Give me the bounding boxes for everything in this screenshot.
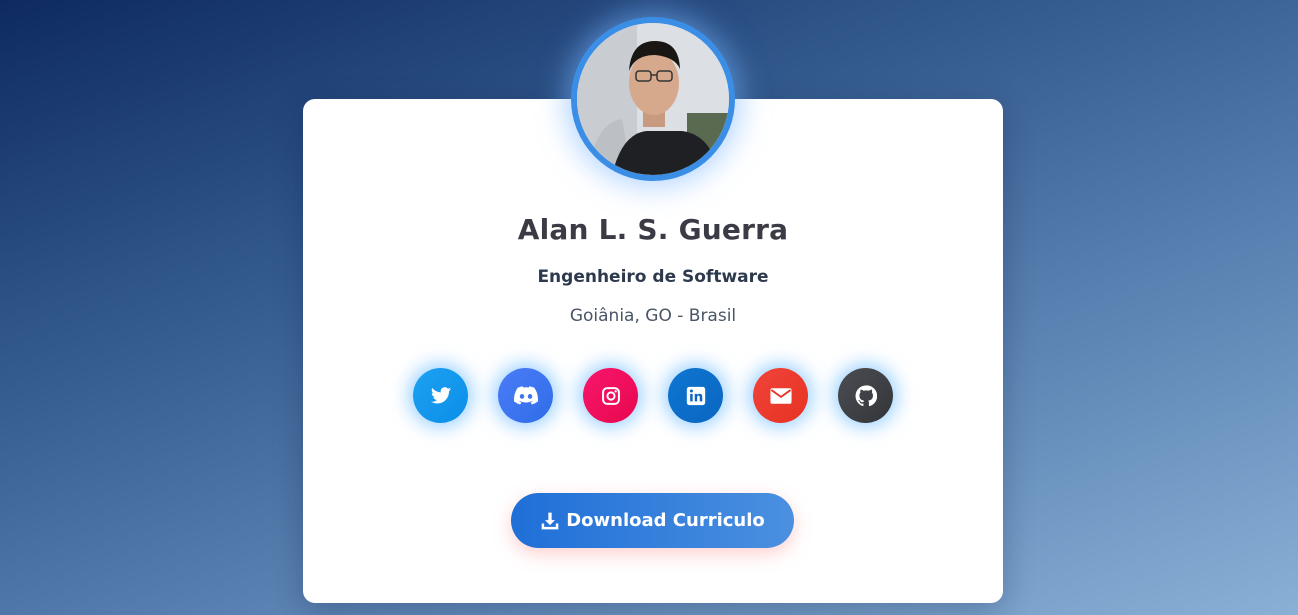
discord-icon — [513, 385, 538, 404]
download-icon — [541, 512, 559, 529]
github-icon — [855, 384, 877, 406]
email-button[interactable] — [753, 368, 808, 423]
github-button[interactable] — [838, 368, 893, 423]
twitter-button[interactable] — [413, 368, 468, 423]
linkedin-button[interactable] — [668, 368, 723, 423]
discord-button[interactable] — [498, 368, 553, 423]
profile-name: Alan L. S. Guerra — [517, 213, 789, 246]
instagram-icon — [601, 386, 620, 405]
twitter-icon — [430, 386, 451, 404]
profile-location: Goiânia, GO - Brasil — [569, 306, 737, 326]
download-cv-button[interactable]: Download Curriculo — [511, 493, 794, 548]
linkedin-icon — [686, 386, 705, 405]
profile-photo — [577, 23, 729, 175]
envelope-icon — [769, 387, 792, 404]
instagram-button[interactable] — [583, 368, 638, 423]
download-cv-label: Download Curriculo — [566, 510, 765, 531]
social-links — [413, 368, 893, 423]
profile-role: Engenheiro de Software — [537, 267, 769, 287]
avatar — [571, 17, 735, 181]
